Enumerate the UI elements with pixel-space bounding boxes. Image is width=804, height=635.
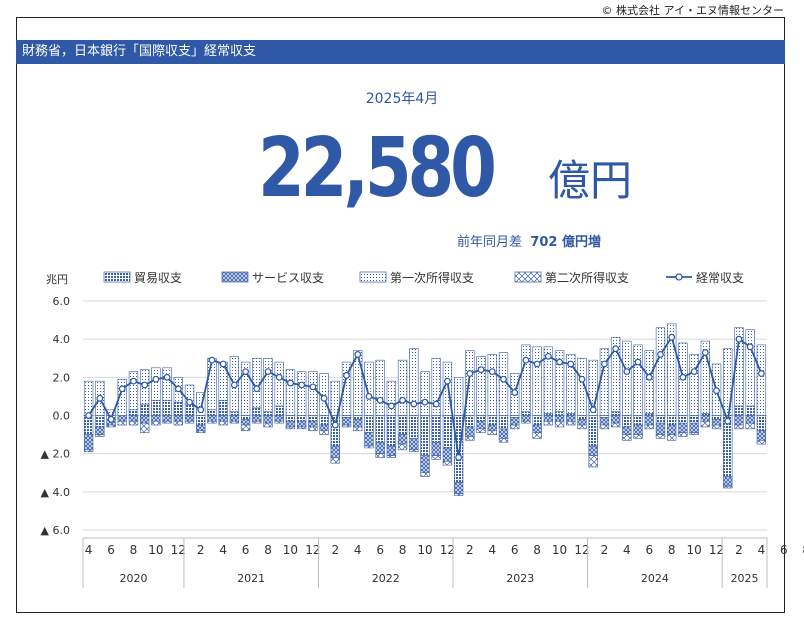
banner-title: 財務省，日本銀行「国際収支」経常収支: [16, 40, 785, 64]
copyright: © 株式会社 アイ・エヌ情報センター: [601, 4, 784, 17]
headline-value: 22,580: [258, 121, 497, 216]
delta-value: 702 億円増: [530, 235, 601, 250]
delta-prefix: 前年同月差: [457, 235, 523, 250]
headline-unit: 億円: [548, 156, 633, 205]
period-label: 2025年4月: [365, 91, 439, 107]
delta-text: 前年同月差 702 億円増: [457, 231, 601, 250]
